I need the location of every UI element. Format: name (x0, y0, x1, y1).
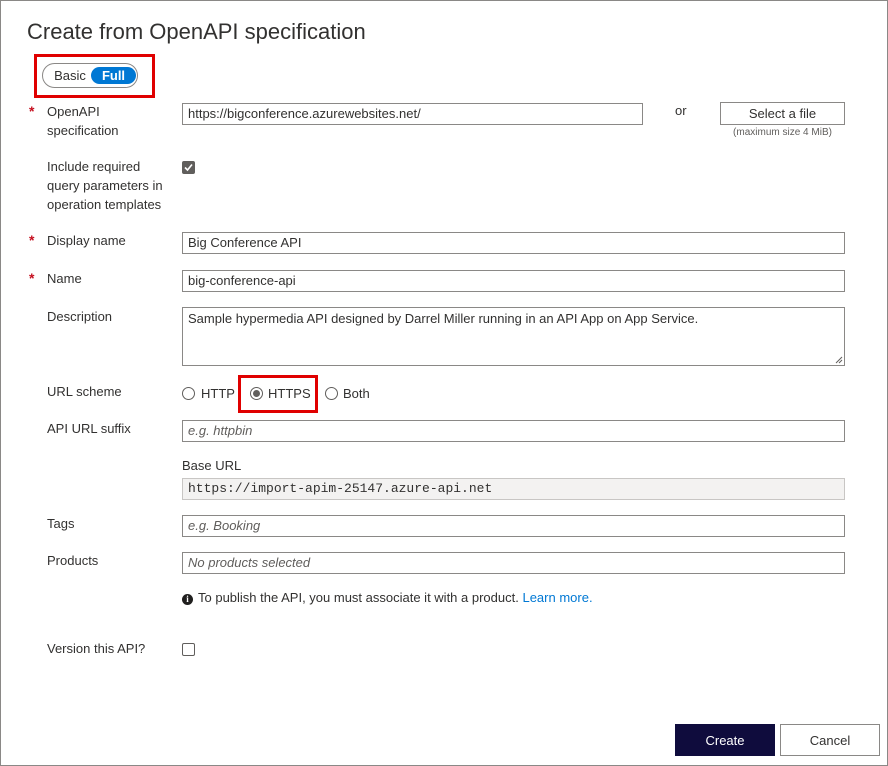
openapi-spec-label: OpenAPI specification (47, 104, 119, 138)
radio-both[interactable] (325, 387, 338, 400)
name-label: Name (47, 271, 82, 286)
radio-http-label[interactable]: HTTP (201, 386, 235, 401)
toggle-basic-option[interactable]: Basic (50, 67, 90, 84)
version-api-label: Version this API? (47, 641, 146, 656)
checkmark-icon (184, 163, 193, 172)
mode-toggle[interactable]: Basic Full (42, 63, 138, 88)
products-input[interactable]: No products selected (182, 552, 845, 574)
toggle-full-option[interactable]: Full (91, 67, 136, 84)
products-info-text: To publish the API, you must associate i… (198, 590, 519, 605)
tags-input[interactable]: e.g. Booking (182, 515, 845, 537)
resize-grip-icon[interactable] (835, 356, 843, 364)
description-textarea[interactable]: Sample hypermedia API designed by Darrel… (182, 307, 845, 366)
info-icon: i (182, 594, 193, 605)
api-url-suffix-label: API URL suffix (47, 421, 131, 436)
radio-both-label[interactable]: Both (343, 386, 370, 401)
base-url-value: https://import-apim-25147.azure-api.net (182, 478, 845, 500)
products-label: Products (47, 553, 99, 568)
or-text: or (675, 103, 687, 118)
select-file-button[interactable]: Select a file (720, 102, 845, 125)
required-star: * (29, 270, 35, 286)
api-url-suffix-input[interactable]: e.g. httpbin (182, 420, 845, 442)
include-query-checkbox[interactable] (182, 161, 195, 174)
required-star: * (29, 103, 35, 119)
create-button[interactable]: Create (675, 724, 775, 756)
radio-http[interactable] (182, 387, 195, 400)
tags-label: Tags (47, 516, 75, 531)
url-scheme-label: URL scheme (47, 384, 122, 399)
dialog-frame: Create from OpenAPI specification Basic … (0, 0, 888, 766)
learn-more-link[interactable]: Learn more. (522, 590, 592, 605)
display-name-label: Display name (47, 233, 126, 248)
description-text: Sample hypermedia API designed by Darrel… (188, 311, 699, 326)
display-name-input[interactable]: Big Conference API (182, 232, 845, 254)
include-query-label: Include required query parameters in ope… (47, 159, 163, 212)
products-info: i To publish the API, you must associate … (182, 590, 593, 605)
version-api-checkbox[interactable] (182, 643, 195, 656)
file-size-note: (maximum size 4 MiB) (733, 127, 832, 138)
base-url-label: Base URL (182, 458, 242, 473)
name-input[interactable]: big-conference-api (182, 270, 845, 292)
description-label: Description (47, 309, 113, 324)
dialog-title: Create from OpenAPI specification (27, 19, 366, 44)
https-highlight-box (238, 375, 318, 413)
openapi-spec-input[interactable]: https://bigconference.azurewebsites.net/ (182, 103, 643, 125)
required-star: * (29, 232, 35, 248)
cancel-button[interactable]: Cancel (780, 724, 880, 756)
